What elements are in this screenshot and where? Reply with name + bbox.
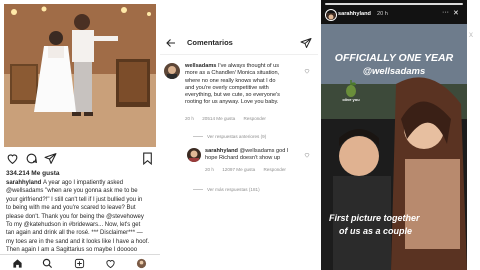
comment-like-icon[interactable] (304, 152, 310, 158)
comment-icon[interactable] (25, 152, 38, 165)
comment-line: everything, but we cute, so everyone's (185, 92, 280, 99)
story-mention[interactable]: @wellsadams (321, 66, 467, 77)
story-time: 20 h (377, 11, 388, 17)
comment-line: and you're overly competitive with (185, 84, 269, 91)
comment-meta: 20 h 12097 Me gusta Responder (205, 167, 293, 172)
comment-time: 20 h (205, 167, 214, 172)
comments-header: Comentarios (160, 34, 318, 52)
new-post-icon[interactable] (74, 258, 85, 269)
caption-line: my toes are in the sand and it looks lik… (6, 238, 150, 245)
post-photo[interactable] (4, 4, 156, 147)
reply-button[interactable]: Responder (263, 167, 285, 172)
comment-line: rooting for us anyway. Love you baby. (185, 99, 279, 106)
avatar[interactable] (325, 9, 337, 21)
share-icon[interactable] (44, 152, 57, 165)
caption-username[interactable]: sarahhyland (6, 180, 41, 186)
avatar[interactable] (164, 63, 180, 79)
view-replies-link[interactable]: Ver más respuestas (181) (193, 187, 260, 192)
reply-button[interactable]: Responder (243, 116, 265, 121)
comment-line: @wellsadams god I (239, 148, 289, 154)
caption-line: To my @katehudson in #bridewars... Now, … (6, 222, 141, 229)
comment-line: where no one really knows what I do (185, 77, 276, 84)
close-icon[interactable]: ✕ (453, 9, 459, 17)
comment-like-icon[interactable] (304, 68, 310, 74)
header-divider (160, 54, 318, 55)
post-caption: sarahhyland A year ago I impatiently ask… (6, 179, 154, 255)
story-caption: of us as a couple (339, 226, 413, 236)
story-headline: OFFICIALLY ONE YEAR (334, 52, 454, 64)
comment-line: I've always thought of us (217, 63, 280, 69)
activity-icon[interactable] (105, 258, 116, 269)
caption-line: @wellsadams "when are you gonna ask me t… (6, 188, 138, 195)
comment-body: wellsadams I've always thought of us mor… (185, 63, 299, 107)
caption-line: your girlfriend?!" I still can't tell if… (6, 196, 143, 203)
heart-icon[interactable] (6, 152, 19, 165)
close-edge-glyph[interactable]: x (469, 30, 473, 39)
caption-line: A year ago I impatiently asked (43, 180, 124, 186)
comment-line: more as a Chandler/ Monica situation, (185, 70, 280, 77)
bottom-tab-bar (0, 254, 160, 270)
avatar[interactable] (187, 148, 201, 162)
sticker-label: olive you (342, 97, 360, 102)
comments-title: Comentarios (187, 38, 233, 47)
profile-icon[interactable] (136, 258, 147, 269)
comment-line: hope Richard doesn't show up (205, 155, 281, 162)
instagram-post-panel: 334.214 Me gusta sarahhyland A year ago … (0, 0, 160, 270)
comment-body: sarahhyland @wellsadams god I hope Richa… (205, 148, 301, 163)
search-icon[interactable] (42, 258, 53, 269)
post-actions (6, 152, 154, 166)
comment-username[interactable]: wellsadams (185, 63, 216, 69)
caption-line: tan again and drink all the rosé. *** Di… (6, 230, 143, 237)
bookmark-icon[interactable] (141, 152, 154, 165)
story-username[interactable]: sarahhyland (338, 11, 371, 17)
home-icon[interactable] (12, 258, 23, 269)
comment-likes[interactable]: 12097 Me gusta (222, 167, 255, 172)
story-caption: First picture together (329, 213, 420, 223)
comment-time: 20 h (185, 116, 194, 121)
olive-sticker-icon (346, 80, 356, 97)
caption-line: please don't. Thank you for being the @s… (6, 213, 144, 220)
comment-likes[interactable]: 20514 Me gusta (202, 116, 235, 121)
like-count[interactable]: 334.214 Me gusta (6, 170, 59, 177)
comments-panel: Comentarios wellsadams I've always thoug… (160, 0, 318, 270)
send-icon[interactable] (300, 37, 312, 49)
back-arrow-icon[interactable] (165, 37, 177, 49)
story-progress-bar (325, 3, 463, 5)
view-replies-link[interactable]: Ver respuestas anteriores (9) (193, 134, 266, 139)
story-panel: sarahhyland 20 h ··· ✕ OFFICIALLY ONE YE… (321, 0, 467, 270)
caption-line: to being with me and you're scared to le… (6, 205, 136, 212)
more-options-icon[interactable]: ··· (442, 9, 449, 16)
comment-meta: 20 h 20514 Me gusta Responder (185, 116, 273, 121)
comment-username[interactable]: sarahhyland (205, 148, 238, 154)
